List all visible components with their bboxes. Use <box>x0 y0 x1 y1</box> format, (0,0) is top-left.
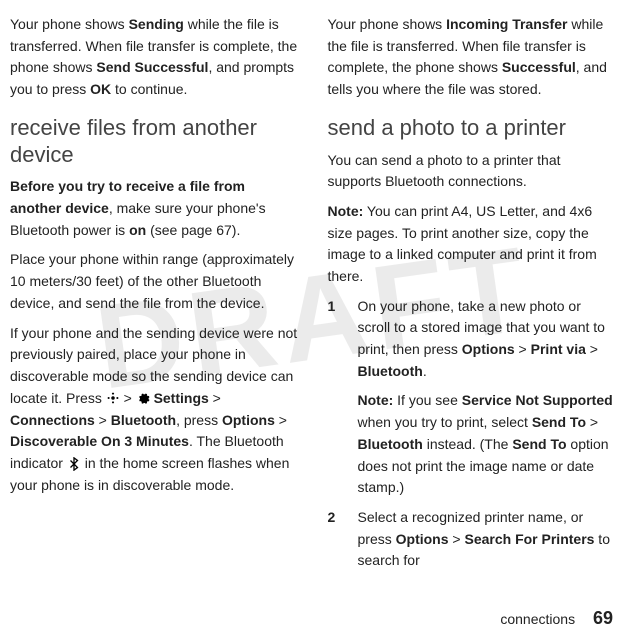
step-number: 2 <box>328 507 358 572</box>
text: > <box>586 414 598 430</box>
on-label: on <box>129 222 146 238</box>
send-to-label: Send To <box>512 436 566 452</box>
options-label: Options <box>222 412 275 428</box>
print-via-label: Print via <box>531 341 586 357</box>
bluetooth-label: Bluetooth <box>358 363 423 379</box>
left-para-discoverable: If your phone and the sending device wer… <box>10 323 300 497</box>
text: Your phone shows <box>10 16 129 32</box>
page-footer: connections 69 <box>500 608 613 629</box>
options-label: Options <box>396 531 449 547</box>
send-photo-heading: send a photo to a printer <box>328 115 618 142</box>
step-2-body: Select a recognized printer name, or pre… <box>358 507 618 572</box>
text: > <box>95 412 111 428</box>
text: You can print A4, US Letter, and 4x6 siz… <box>328 203 597 284</box>
text: > <box>515 341 531 357</box>
text: (see page 67). <box>146 222 240 238</box>
right-note1: Note: You can print A4, US Letter, and 4… <box>328 201 618 288</box>
text: . <box>423 363 427 379</box>
settings-label: Settings <box>154 390 209 406</box>
send-successful-label: Send Successful <box>96 59 208 75</box>
bluetooth-label: Bluetooth <box>358 436 423 452</box>
ok-label: OK <box>90 81 111 97</box>
step-1-body: On your phone, take a new photo or scrol… <box>358 296 618 383</box>
incoming-transfer-label: Incoming Transfer <box>446 16 567 32</box>
step-1: 1 On your phone, take a new photo or scr… <box>328 296 618 383</box>
section-name: connections <box>500 611 575 627</box>
step-number: 1 <box>328 296 358 383</box>
text: > <box>209 390 221 406</box>
text: > <box>449 531 465 547</box>
receive-heading: receive files from another device <box>10 115 300 169</box>
sending-label: Sending <box>129 16 184 32</box>
right-intro: Your phone shows Incoming Transfer while… <box>328 14 618 101</box>
text: to continue. <box>111 81 187 97</box>
text: > <box>120 390 136 406</box>
gear-icon <box>136 388 150 410</box>
text: > <box>586 341 598 357</box>
text: , press <box>176 412 222 428</box>
left-intro: Your phone shows Sending while the file … <box>10 14 300 101</box>
text: when you try to print, select <box>358 414 532 430</box>
note-label: Note: <box>358 392 394 408</box>
service-not-supported-label: Service Not Supported <box>462 392 613 408</box>
text: Your phone shows <box>328 16 447 32</box>
right-column: Your phone shows Incoming Transfer while… <box>314 6 618 580</box>
text: instead. (The <box>423 436 513 452</box>
search-for-printers-label: Search For Printers <box>464 531 594 547</box>
send-to-label: Send To <box>532 414 586 430</box>
left-para-range: Place your phone within range (approxima… <box>10 249 300 314</box>
step-1-note: Note: If you see Service Not Supported w… <box>358 390 618 498</box>
right-para1: You can send a photo to a printer that s… <box>328 150 618 193</box>
s-key-icon <box>106 388 120 410</box>
options-label: Options <box>462 341 515 357</box>
left-column: Your phone shows Sending while the file … <box>10 6 314 580</box>
successful-label: Successful <box>502 59 576 75</box>
bluetooth-icon <box>67 454 81 476</box>
note-label: Note: <box>328 203 364 219</box>
page-content: Your phone shows Sending while the file … <box>0 0 627 590</box>
discoverable-label: Discoverable On 3 Minutes <box>10 433 189 449</box>
bluetooth-label: Bluetooth <box>111 412 176 428</box>
step-2: 2 Select a recognized printer name, or p… <box>328 507 618 572</box>
left-para-before-try: Before you try to receive a file from an… <box>10 176 300 241</box>
connections-label: Connections <box>10 412 95 428</box>
text: > <box>275 412 287 428</box>
page-number: 69 <box>593 608 613 628</box>
text: If you see <box>393 392 461 408</box>
